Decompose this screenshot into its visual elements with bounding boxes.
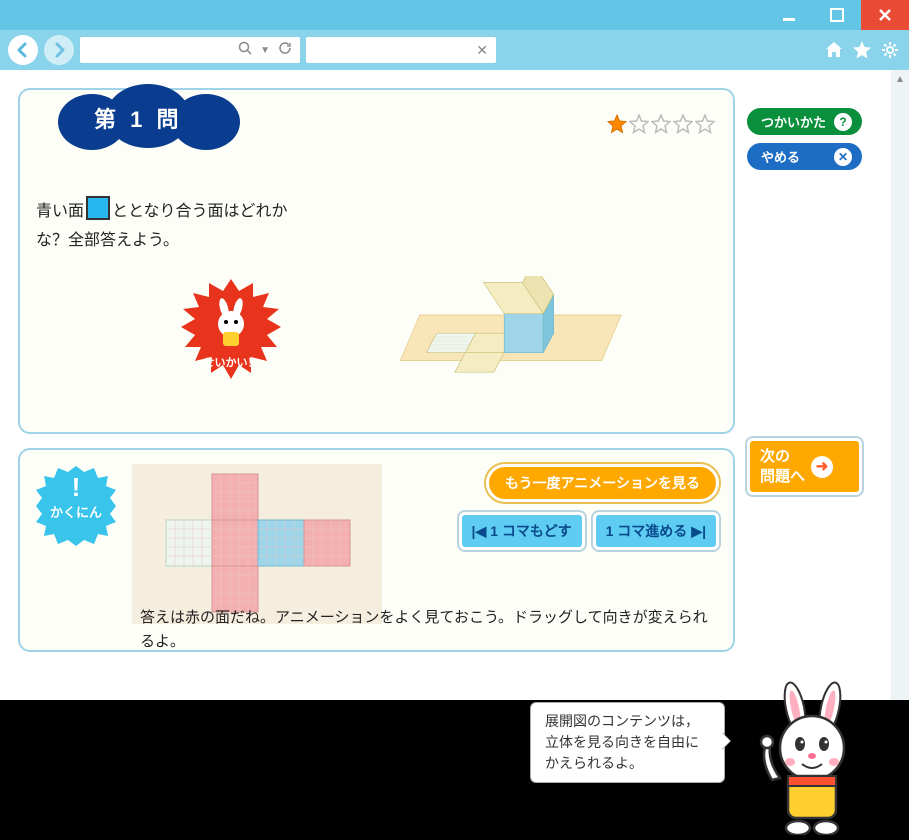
window-close-button[interactable]: [861, 0, 909, 30]
gear-icon[interactable]: [879, 39, 901, 61]
next-question-button[interactable]: 次の 問題へ ➜: [747, 438, 862, 495]
question-panel: 第 1 問 青い面ととなり合う面はどれかな？全部答えよう。: [18, 88, 735, 434]
window-titlebar: [0, 0, 909, 30]
search-bar[interactable]: ✕: [306, 37, 496, 63]
answer-text: 答えは赤の面だね。アニメーションをよく見ておこう。ドラッグして向きが変えられるよ…: [140, 558, 713, 654]
question-text: 青い面ととなり合う面はどれかな？全部答えよう。: [36, 196, 296, 256]
question-number-label: 第 1 問: [94, 102, 182, 134]
scroll-up-icon[interactable]: ▲: [891, 70, 909, 88]
correct-badge: せいかい！: [176, 276, 286, 386]
help-icon: ?: [834, 113, 852, 131]
next-frame-button[interactable]: 1 コマ進める ▶|: [593, 512, 719, 550]
stop-button[interactable]: やめる: [747, 143, 862, 170]
net-3d-illustration[interactable]: [316, 196, 717, 416]
url-bar[interactable]: ▼: [80, 37, 300, 63]
replay-animation-button[interactable]: もう一度アニメーションを見る: [486, 464, 719, 502]
window-maximize-button[interactable]: [813, 0, 861, 30]
star-filled-icon: [607, 114, 627, 134]
arrow-right-icon: ➜: [811, 456, 833, 478]
rabbit-icon: [204, 296, 258, 350]
search-icon: [238, 41, 252, 60]
rabbit-mascot: [740, 680, 890, 835]
reload-icon[interactable]: [278, 41, 292, 60]
star-empty-icon: [673, 114, 693, 134]
utility-column: つかいかた ? やめる 次の 問題へ ➜: [747, 88, 873, 652]
skip-back-icon: |◀: [472, 523, 487, 540]
blue-face-chip: [86, 196, 110, 220]
dropdown-icon: ▼: [260, 45, 270, 56]
confirm-badge: ! かくにん: [34, 464, 118, 548]
confirm-panel: ! かくにん: [18, 448, 735, 652]
question-number-badge: 第 1 問: [48, 84, 248, 156]
home-icon[interactable]: [823, 39, 845, 61]
skip-forward-icon: ▶|: [691, 523, 706, 540]
browser-toolbar: ▼ ✕: [0, 30, 909, 70]
usage-button[interactable]: つかいかた ?: [747, 108, 862, 135]
exclaim-icon: !: [34, 472, 118, 503]
star-icon[interactable]: [851, 39, 873, 61]
star-empty-icon: [651, 114, 671, 134]
star-rating: [607, 114, 715, 134]
prev-frame-button[interactable]: |◀ 1 コマもどす: [459, 512, 585, 550]
speech-bubble: 展開図のコンテンツは，立体を見る向きを自由にかえられるよ。: [530, 702, 725, 783]
clear-icon[interactable]: ✕: [476, 42, 488, 59]
nav-back-button[interactable]: [8, 35, 38, 65]
scrollbar[interactable]: ▲: [891, 70, 909, 700]
window-minimize-button[interactable]: [765, 0, 813, 30]
nav-forward-button[interactable]: [44, 35, 74, 65]
close-icon: [834, 148, 852, 166]
star-empty-icon: [629, 114, 649, 134]
content-viewport: 第 1 問 青い面ととなり合う面はどれかな？全部答えよう。: [0, 70, 909, 700]
star-empty-icon: [695, 114, 715, 134]
